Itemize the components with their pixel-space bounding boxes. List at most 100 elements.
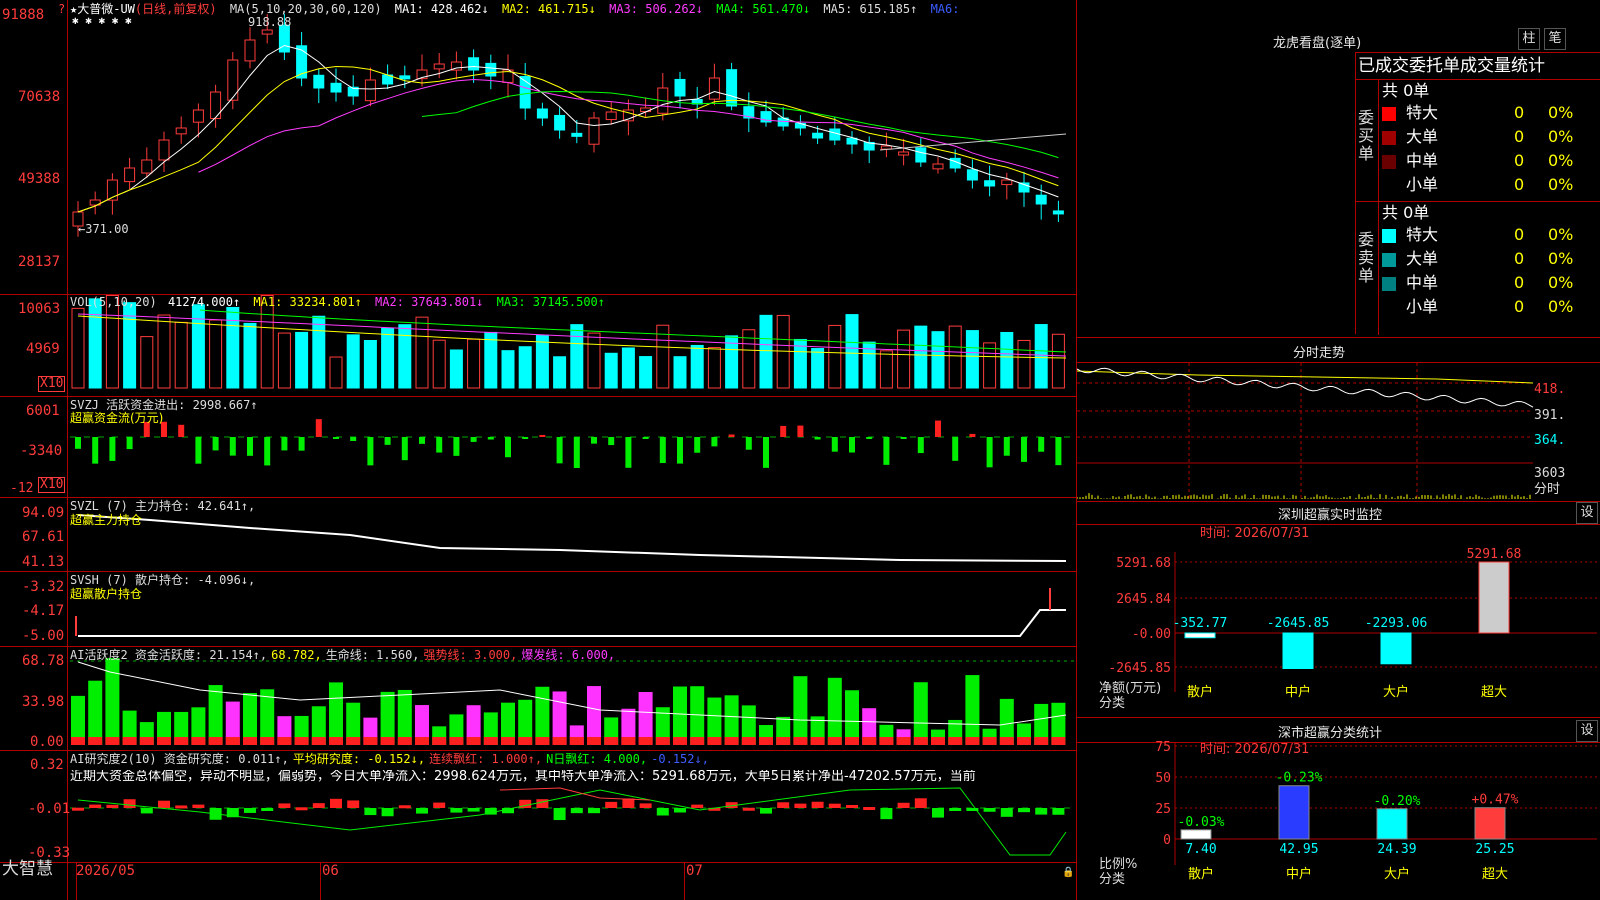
research-bar — [777, 802, 790, 808]
tick-view-button[interactable]: 笔 — [1544, 28, 1566, 50]
szm-settings-button[interactable]: 设 — [1576, 502, 1598, 524]
volume-bar — [140, 336, 154, 389]
candle-body — [932, 163, 944, 170]
volume-bar — [845, 314, 859, 389]
activity-base — [415, 737, 429, 745]
candle-body — [227, 59, 239, 101]
volume-bar — [71, 307, 85, 389]
low-mark: ←371.00 — [78, 222, 129, 236]
vol-unit: X10 — [38, 376, 66, 392]
research-bar — [364, 808, 377, 816]
activity-base — [673, 737, 687, 745]
szc-settings-button[interactable]: 设 — [1576, 720, 1598, 742]
szc-category: 散户 — [1188, 866, 1214, 882]
fund-flow-bar — [401, 437, 408, 461]
szc-change-label: +0.47% — [1472, 793, 1519, 808]
row-n: 0 — [1514, 127, 1525, 146]
szm-time: 时间: 2026/07/31 — [1200, 526, 1310, 541]
main-axis-1: 91888 — [2, 7, 45, 23]
main-axis-4: 28137 — [18, 254, 61, 270]
activity-base — [139, 737, 154, 745]
research-bar — [1000, 808, 1013, 817]
activity-base — [931, 737, 945, 745]
szm-category: 散户 — [1187, 684, 1213, 700]
szm-bar — [1380, 632, 1412, 665]
volume-bar — [879, 350, 893, 389]
volume-bar — [209, 319, 223, 389]
research-bar — [1035, 808, 1048, 815]
volume-bar — [621, 347, 635, 389]
candle-body — [966, 169, 978, 181]
row-p: 0% — [1548, 151, 1574, 170]
activity-base — [397, 737, 412, 745]
research-bar — [175, 805, 188, 809]
szm-bar-label: 5291.68 — [1467, 547, 1522, 562]
activity-base — [569, 737, 584, 745]
candle-body — [244, 39, 256, 62]
fund-flow-bar — [969, 433, 976, 437]
szc-value-label: 24.39 — [1377, 842, 1416, 857]
research-bar — [416, 808, 428, 814]
volume-bar — [759, 314, 773, 389]
svzj-axis-1: 6001 — [26, 403, 60, 419]
volume-bar — [1000, 331, 1014, 389]
fund-flow-bar — [195, 437, 202, 464]
candle-body — [1001, 179, 1013, 186]
fenshi-axis-1: 418. — [1534, 382, 1566, 397]
research-bar — [347, 800, 360, 808]
row-n: 0 — [1514, 175, 1525, 194]
legend-swatch — [1382, 155, 1396, 169]
panel-divider-svzj — [0, 497, 1077, 498]
research-bar — [278, 803, 291, 808]
row-name: 特大 — [1406, 225, 1439, 244]
fund-flow-bar — [247, 437, 253, 456]
lock-icon[interactable]: 🔒 — [1062, 866, 1074, 880]
activity-base — [655, 737, 670, 745]
fund-flow-bar — [126, 437, 133, 450]
svzj-subtitle: 超赢资金流(万元) — [70, 411, 164, 425]
szm-bar-label: -2645.85 — [1267, 616, 1330, 631]
volume-bar — [828, 324, 842, 389]
candle-body — [640, 107, 652, 113]
activity-base — [535, 737, 550, 745]
fund-flow-bar — [866, 437, 873, 439]
legend-swatch — [1382, 277, 1396, 291]
fund-flow-bar — [763, 437, 769, 468]
research-bar — [811, 801, 824, 808]
candle-body — [588, 117, 600, 145]
fenshi-price-line — [1077, 367, 1534, 408]
fenshi-axis-4: 3603 — [1534, 466, 1566, 481]
research-bar — [588, 808, 600, 814]
research-bar — [381, 808, 394, 817]
candle-body — [1052, 210, 1064, 215]
szc-ylabel: 比例% — [1099, 857, 1138, 872]
szc-change-label: -0.03% — [1178, 815, 1225, 830]
volume-bar — [639, 356, 653, 389]
activity-base — [311, 737, 326, 745]
vol-ma1: MA1: 33234.801↑ — [253, 295, 362, 309]
szc-bar — [1278, 785, 1310, 840]
ma1-value: MA1: 428.462↓ — [394, 2, 489, 16]
fund-flow-bar — [92, 437, 99, 464]
stock-mode: (日线,前复权) — [134, 2, 217, 16]
intraday-chart[interactable] — [1077, 363, 1537, 501]
activity-base — [913, 737, 928, 745]
research-bar — [106, 804, 119, 808]
row-n: 0 — [1514, 273, 1525, 292]
research-bar — [295, 807, 308, 811]
ai2-t4: N日飘红: 4.000, — [546, 752, 648, 766]
fenshi-axis-3: 364. — [1534, 433, 1566, 448]
volume-bar — [226, 307, 240, 389]
axis-divider — [67, 0, 68, 900]
panel-divider-vol — [0, 396, 1077, 397]
activity-bar — [535, 686, 550, 745]
volume-bar — [690, 344, 704, 389]
svsh-subtitle: 超赢散户持仓 — [70, 587, 143, 601]
activity-bar — [88, 680, 103, 745]
research-bar — [192, 804, 205, 808]
row-name: 小单 — [1406, 175, 1439, 194]
row-p: 0% — [1548, 273, 1574, 292]
column-view-button[interactable]: 柱 — [1518, 28, 1540, 50]
candle-body — [1035, 194, 1047, 205]
candle-body — [141, 159, 153, 174]
